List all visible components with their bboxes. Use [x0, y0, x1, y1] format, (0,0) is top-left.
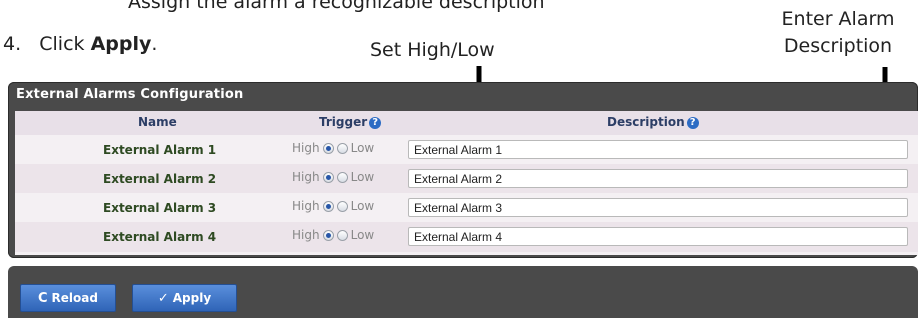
- trigger-low-radio[interactable]: [336, 229, 348, 241]
- trigger-low-radio[interactable]: [336, 200, 348, 212]
- apply-button[interactable]: ✓ Apply: [132, 284, 237, 312]
- trigger-low-radio[interactable]: [336, 171, 348, 183]
- checkmark-icon: ✓: [157, 290, 169, 306]
- trigger-low-label: Low: [350, 141, 375, 155]
- callout-set-high-low: Set High/Low: [370, 37, 495, 64]
- panel-title: External Alarms Configuration: [16, 87, 244, 102]
- alarm-name: External Alarm 1: [103, 143, 217, 157]
- trigger-high-label: High: [292, 228, 320, 242]
- trigger-low-label: Low: [350, 228, 375, 242]
- apply-label: Apply: [172, 291, 212, 305]
- trigger-radio-group: High Low: [292, 141, 374, 155]
- column-header-name: Name: [138, 115, 177, 129]
- external-alarms-panel: External Alarms Configuration Name Trigg…: [8, 82, 918, 258]
- trigger-radio-group: High Low: [292, 228, 374, 242]
- alarm-name: External Alarm 3: [103, 201, 217, 215]
- step-suffix: .: [151, 33, 158, 55]
- column-header-trigger: Trigger?: [319, 115, 382, 129]
- description-input[interactable]: [408, 140, 908, 159]
- column-header-description: Description?: [607, 115, 699, 129]
- table-row: External Alarm 1 High Low: [15, 135, 918, 165]
- step-prefix: Click: [39, 33, 91, 55]
- trigger-help-icon[interactable]: ?: [369, 116, 382, 129]
- table-row: External Alarm 4 High Low: [15, 222, 918, 252]
- callout-enter-description: Enter Alarm Description: [779, 6, 897, 60]
- step-number: 4.: [3, 33, 22, 55]
- table-row: External Alarm 2 High Low: [15, 164, 918, 194]
- column-header-description-label: Description: [607, 115, 685, 129]
- alarms-table: Name Trigger? Description? External Alar…: [15, 111, 918, 255]
- trigger-high-radio[interactable]: [322, 200, 334, 212]
- trigger-high-label: High: [292, 170, 320, 184]
- callout-trigger-text: Set High/Low: [370, 39, 495, 61]
- alarm-name: External Alarm 2: [103, 172, 217, 186]
- description-input[interactable]: [408, 169, 908, 188]
- instruction-text: Assign the alarm a recognizable descript…: [128, 0, 545, 13]
- table-header: Name Trigger? Description?: [15, 111, 918, 136]
- trigger-high-label: High: [292, 199, 320, 213]
- reload-icon: C: [38, 290, 48, 306]
- trigger-radio-group: High Low: [292, 199, 374, 213]
- table-row: External Alarm 3 High Low: [15, 193, 918, 223]
- reload-button[interactable]: C Reload: [20, 284, 116, 312]
- trigger-high-radio[interactable]: [322, 229, 334, 241]
- trigger-low-label: Low: [350, 199, 375, 213]
- callout-description-line2: Description: [783, 35, 893, 57]
- trigger-high-radio[interactable]: [322, 171, 334, 183]
- instruction-line: Assign the alarm a recognizable descript…: [128, 0, 545, 13]
- column-header-trigger-label: Trigger: [319, 115, 368, 129]
- trigger-low-radio[interactable]: [336, 142, 348, 154]
- reload-label: Reload: [51, 291, 98, 305]
- callout-description-line1: Enter Alarm: [781, 8, 895, 30]
- trigger-low-label: Low: [350, 170, 375, 184]
- description-input[interactable]: [408, 198, 908, 217]
- step-bold: Apply: [90, 33, 152, 55]
- instruction-step: 4. Click Apply.: [3, 33, 157, 55]
- description-input[interactable]: [408, 227, 908, 246]
- trigger-radio-group: High Low: [292, 170, 374, 184]
- action-toolbar: C Reload ✓ Apply: [8, 266, 918, 318]
- alarm-name: External Alarm 4: [103, 230, 217, 244]
- trigger-high-radio[interactable]: [322, 142, 334, 154]
- description-help-icon[interactable]: ?: [686, 116, 699, 129]
- trigger-high-label: High: [292, 141, 320, 155]
